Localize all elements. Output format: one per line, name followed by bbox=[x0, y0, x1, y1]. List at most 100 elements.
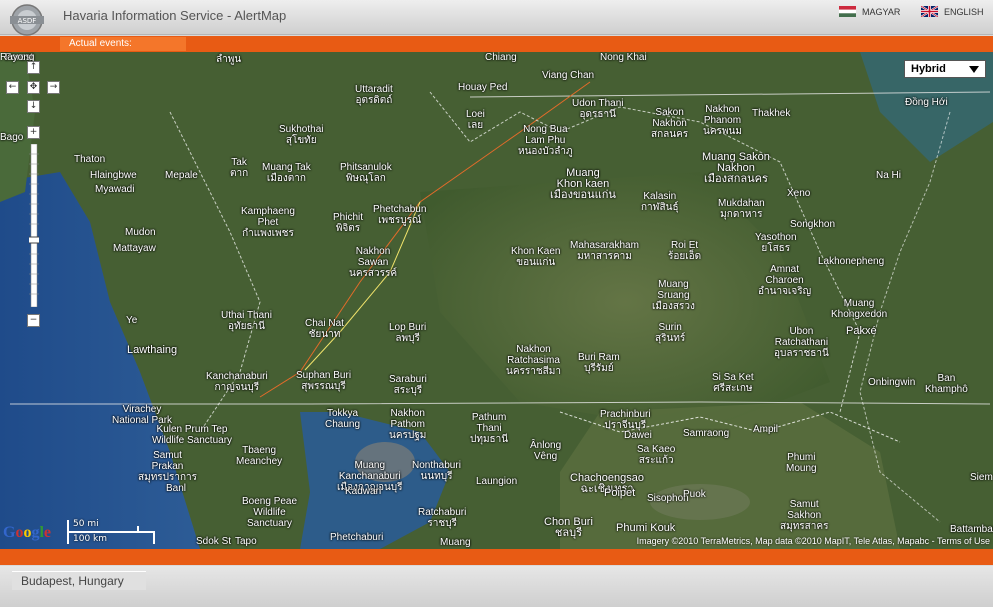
location-label: Budapest, Hungary bbox=[21, 574, 124, 588]
dropdown-arrow-icon bbox=[969, 66, 979, 73]
place-label: Mahasarakham มหาสารคาม bbox=[570, 240, 639, 262]
place-label: Ratchaburi ราชบุรี bbox=[418, 507, 467, 529]
language-english-link[interactable]: ENGLISH bbox=[921, 6, 984, 17]
pan-right-button[interactable]: → bbox=[47, 81, 60, 94]
place-label: Na Hi bbox=[876, 170, 902, 181]
pan-down-button[interactable]: ↓ bbox=[27, 100, 40, 113]
place-label: Battambang bbox=[950, 524, 993, 535]
place-label: Kadwan bbox=[345, 486, 382, 497]
app-header: ASDF Havaria Information Service - Alert… bbox=[0, 0, 993, 36]
page-title: Havaria Information Service - AlertMap bbox=[63, 8, 287, 23]
place-label: Virachey National Park bbox=[112, 404, 173, 426]
map-view[interactable]: Forest Chiang Nong Khai ลำพูน Viang Chan Houa… bbox=[0, 52, 993, 549]
scale-miles: 50 mi bbox=[73, 519, 99, 529]
place-label: Ubon Ratchathani อุบลราชธานี bbox=[774, 326, 829, 359]
place-label: Surin สุรินทร์ bbox=[655, 322, 686, 344]
place-label: Samraong bbox=[683, 428, 730, 439]
place-label: Kulen Prum Tep Wildlife Sanctuary bbox=[152, 424, 233, 446]
pan-left-button[interactable]: ← bbox=[6, 81, 19, 94]
events-bar: Actual events: bbox=[0, 36, 993, 52]
place-label: Songkhon bbox=[790, 219, 836, 230]
place-label: Chiang bbox=[485, 52, 517, 63]
place-label: Ye bbox=[126, 315, 138, 326]
place-label: Mudon bbox=[125, 227, 156, 238]
place-label: Laungion bbox=[476, 476, 518, 487]
pan-up-button[interactable]: ↑ bbox=[27, 61, 40, 74]
place-label: Saraburi สระบุรี bbox=[389, 374, 427, 396]
scale-km: 100 km bbox=[73, 534, 108, 544]
place-label: Nakhon Phanom นครพนม bbox=[703, 104, 742, 137]
place-label: Buri Ram บุรีรัมย์ bbox=[578, 352, 620, 374]
google-logo[interactable]: Google bbox=[3, 524, 51, 542]
place-label: Tokkya Chaung bbox=[325, 408, 361, 430]
place-label: Si Sa Ket ศรีสะเกษ bbox=[712, 372, 754, 394]
place-label: Siem Reap bbox=[970, 472, 993, 483]
place-label: Kanchanaburi กาญจนบุรี bbox=[206, 371, 268, 393]
place-label: Kamphaeng Phet กำแพงเพชร bbox=[241, 206, 295, 239]
place-label: Ampil bbox=[753, 424, 779, 435]
place-label: Nakhon Pathom นครปฐม bbox=[389, 408, 427, 441]
place-label: Pakxé bbox=[846, 325, 877, 337]
zoom-out-button[interactable]: − bbox=[27, 314, 40, 327]
place-label: Amnat Charoen อำนาจเจริญ bbox=[758, 264, 812, 297]
place-label: Nakhon Sawan นครสวรรค์ bbox=[349, 246, 398, 279]
place-label: Khon Kaen ขอนแก่น bbox=[511, 246, 561, 268]
place-label: Ânlong Vêng bbox=[530, 440, 562, 462]
place-label: Sakon Nakhon สกลนคร bbox=[651, 107, 689, 140]
place-label: Sdok St bbox=[196, 536, 232, 547]
place-label: Muang Tak เมืองตาก bbox=[262, 162, 311, 184]
place-label: Sukhothai สุโขทัย bbox=[279, 124, 324, 146]
place-label: Phichit พิจิตร bbox=[333, 212, 364, 234]
place-label: Puok bbox=[683, 489, 706, 500]
place-label: Lop Buri ลพบุรี bbox=[389, 322, 427, 344]
place-label: Uthai Thani อุทัยธานี bbox=[221, 310, 272, 332]
language-hungarian-link[interactable]: MAGYAR bbox=[839, 6, 900, 17]
place-label: Nakhon Ratchasima นครราชสีมา bbox=[506, 344, 561, 377]
pan-center-button[interactable]: ✥ bbox=[27, 81, 40, 94]
zoom-in-button[interactable]: + bbox=[27, 126, 40, 139]
place-label: Kalasin กาฬสินธุ์ bbox=[641, 191, 679, 213]
place-label: ลำพูน bbox=[216, 54, 242, 65]
location-panel: Budapest, Hungary bbox=[0, 566, 993, 607]
place-label: Boeng Peae Wildlife Sanctuary bbox=[242, 496, 298, 529]
place-label: Roi Et ร้อยเอ็ด bbox=[668, 240, 702, 262]
bottom-bar bbox=[0, 549, 993, 565]
place-label: Samut Prakan สมุทรปราการ bbox=[138, 450, 198, 483]
place-label: Tbaeng Meanchey bbox=[236, 445, 283, 467]
place-label: Muang Sruang เมืองสรวง bbox=[652, 279, 695, 312]
place-label: Mukdahan มุกดาหาร bbox=[718, 198, 765, 220]
place-label: Loei เลย bbox=[466, 109, 485, 131]
language-english-label: ENGLISH bbox=[944, 6, 984, 17]
svg-text:ASDF: ASDF bbox=[18, 17, 37, 25]
place-label: Onbingwin bbox=[868, 377, 916, 388]
place-label: Muang bbox=[440, 537, 471, 548]
place-label: Thaton bbox=[74, 154, 106, 165]
place-label: Lakhonepheng bbox=[818, 256, 885, 267]
place-label: Lawthaing bbox=[127, 344, 178, 356]
zoom-slider[interactable] bbox=[29, 144, 39, 307]
place-label: Poipet bbox=[604, 487, 636, 499]
map-copyright[interactable]: Imagery ©2010 TerraMetrics, Map data ©20… bbox=[637, 536, 990, 546]
place-label: Phumi Kouk bbox=[616, 522, 676, 534]
place-label: Nonthaburi นนทบุรี bbox=[412, 460, 461, 482]
place-label: Phetchabun เพชรบูรณ์ bbox=[373, 204, 427, 226]
place-label: Suphan Buri สุพรรณบุรี bbox=[296, 370, 352, 392]
map-scale: 50 mi 100 km bbox=[66, 518, 156, 546]
uk-flag-icon bbox=[921, 6, 938, 17]
place-label: Myawadi bbox=[95, 184, 135, 195]
place-label: Chai Nat ชัยนาท bbox=[305, 318, 344, 340]
place-label: Bago bbox=[0, 132, 24, 143]
place-label: Pathum Thani ปทุมธานี bbox=[470, 412, 509, 445]
place-label: Hlaingbwe bbox=[90, 170, 137, 181]
place-label: Muang Khon kaen เมืองขอนแก่น bbox=[550, 167, 616, 201]
place-label: Phumi Moung bbox=[786, 452, 817, 474]
place-label: Xeno bbox=[787, 188, 811, 199]
place-label: Mattayaw bbox=[113, 243, 156, 254]
place-label: Tak ตาก bbox=[230, 157, 249, 179]
place-label: Nong Khai bbox=[600, 52, 647, 63]
place-label: Muang Sakon Nakhon เมืองสกลนคร bbox=[702, 151, 770, 185]
place-label: Uttaradit อุตรดิตถ์ bbox=[355, 84, 393, 106]
map-type-select[interactable]: Hybrid bbox=[904, 60, 986, 78]
asdf-logo-icon: ASDF bbox=[10, 4, 44, 36]
events-label: Actual events: bbox=[69, 38, 132, 49]
